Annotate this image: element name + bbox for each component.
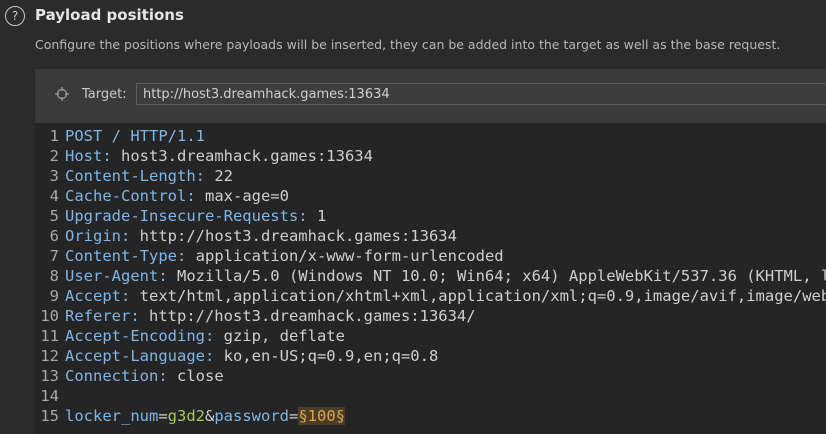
- param-value: g3d2: [167, 407, 205, 425]
- line-number: 14: [40, 387, 59, 405]
- line-number: 3: [49, 167, 59, 185]
- header-value: text/html,application/xhtml+xml,applicat…: [130, 287, 826, 305]
- payload-position-marker[interactable]: §100§: [298, 407, 346, 425]
- line-number: 2: [49, 147, 59, 165]
- header-value: close: [167, 367, 224, 385]
- line-number: 7: [49, 247, 59, 265]
- header-name: Referer:: [65, 307, 140, 325]
- line-number: 5: [49, 207, 59, 225]
- request-line[interactable]: 2 Host: host3.dreamhack.games:13634: [35, 146, 373, 166]
- param-name: password: [214, 407, 289, 425]
- equals-sign: =: [158, 407, 168, 425]
- header-value: 22: [204, 167, 233, 185]
- line-number: 10: [40, 307, 59, 325]
- request-line[interactable]: 6 Origin: http://host3.dreamhack.games:13…: [35, 226, 457, 246]
- equals-sign: =: [289, 407, 299, 425]
- header-value: gzip, deflate: [214, 327, 345, 345]
- ampersand: &: [205, 407, 215, 425]
- section-title: Payload positions: [35, 6, 184, 24]
- request-line[interactable]: 3 Content-Length: 22: [35, 166, 233, 186]
- request-line[interactable]: 8 User-Agent: Mozilla/5.0 (Windows NT 10.…: [35, 266, 826, 286]
- header-value: host3.dreamhack.games:13634: [111, 147, 373, 165]
- target-url-input[interactable]: [136, 83, 826, 105]
- line-number: 4: [49, 187, 59, 205]
- crosshair-icon: [55, 87, 69, 101]
- request-line[interactable]: 9 Accept: text/html,application/xhtml+xml…: [35, 286, 826, 306]
- request-line[interactable]: 13 Connection: close: [35, 366, 224, 386]
- param-name: locker_num: [65, 407, 159, 425]
- request-line[interactable]: 4 Cache-Control: max-age=0: [35, 186, 289, 206]
- target-label: Target:: [82, 87, 127, 102]
- header-value: application/x-www-form-urlencoded: [186, 247, 504, 265]
- header-value: 1: [307, 207, 327, 225]
- request-line[interactable]: 10 Referer: http://host3.dreamhack.games:…: [35, 306, 476, 326]
- request-line[interactable]: 14: [35, 386, 65, 406]
- line-number: 1: [49, 127, 59, 145]
- line-number: 6: [49, 227, 59, 245]
- header-name: Accept-Language:: [65, 347, 215, 365]
- header-name: POST / HTTP/1.1: [65, 127, 205, 145]
- help-icon[interactable]: ?: [5, 6, 25, 26]
- request-line[interactable]: 12 Accept-Language: ko,en-US;q=0.9,en;q=0…: [35, 346, 438, 366]
- section-description: Configure the positions where payloads w…: [35, 37, 781, 52]
- line-number: 11: [40, 327, 59, 345]
- header-value: ko,en-US;q=0.9,en;q=0.8: [214, 347, 439, 365]
- header-name: Host:: [65, 147, 112, 165]
- request-editor[interactable]: 1 POST / HTTP/1.1 2 Host: host3.dreamhack.g…: [35, 123, 826, 434]
- line-number: 12: [40, 347, 59, 365]
- line-number: 13: [40, 367, 59, 385]
- header-name: Upgrade-Insecure-Requests:: [65, 207, 308, 225]
- header-name: User-Agent:: [65, 267, 168, 285]
- header-value: http://host3.dreamhack.games:13634: [130, 227, 457, 245]
- header-name: Connection:: [65, 367, 168, 385]
- header-name: Origin:: [65, 227, 131, 245]
- payload-positions-panel: ? Payload positions Configure the positi…: [0, 0, 826, 434]
- target-bar: Target:: [35, 69, 826, 123]
- header-name: Content-Length:: [65, 167, 205, 185]
- request-body-line[interactable]: 15 locker_num=g3d2&password=§100§: [35, 406, 346, 426]
- request-line[interactable]: 5 Upgrade-Insecure-Requests: 1: [35, 206, 327, 226]
- request-line[interactable]: 1 POST / HTTP/1.1: [35, 126, 205, 146]
- header-name: Accept:: [65, 287, 131, 305]
- request-line[interactable]: 7 Content-Type: application/x-www-form-ur…: [35, 246, 504, 266]
- header-name: Cache-Control:: [65, 187, 196, 205]
- header-value: max-age=0: [195, 187, 289, 205]
- request-line[interactable]: 11 Accept-Encoding: gzip, deflate: [35, 326, 345, 346]
- header-name: Accept-Encoding:: [65, 327, 215, 345]
- line-number: 9: [49, 287, 59, 305]
- header-value: Mozilla/5.0 (Windows NT 10.0; Win64; x64…: [176, 267, 826, 285]
- header-value: http://host3.dreamhack.games:13634/: [139, 307, 476, 325]
- header-name: Content-Type:: [65, 247, 187, 265]
- line-number: 15: [40, 407, 59, 425]
- line-number: 8: [49, 267, 59, 285]
